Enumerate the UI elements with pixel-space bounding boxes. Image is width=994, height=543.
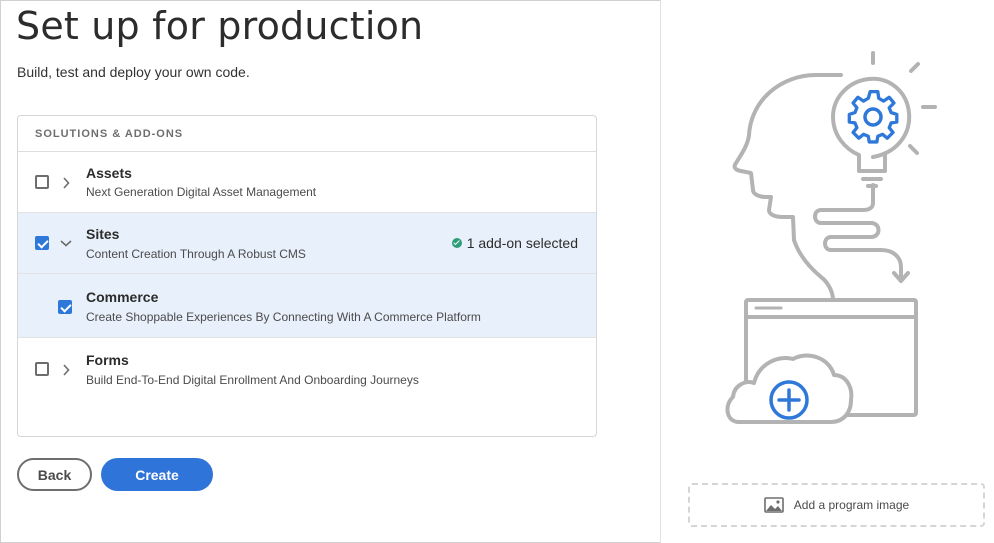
production-illustration [725, 51, 937, 424]
sites-checkbox[interactable] [35, 236, 49, 250]
illustration-panel: Add a program image [660, 0, 994, 543]
back-button[interactable]: Back [17, 458, 92, 491]
solution-row-forms[interactable]: Forms Build End-To-End Digital Enrollmen… [18, 338, 596, 401]
addon-description: Create Shoppable Experiences By Connecti… [86, 310, 481, 324]
forms-checkbox[interactable] [35, 362, 49, 376]
solution-description: Content Creation Through A Robust CMS [86, 247, 306, 261]
add-image-label: Add a program image [793, 498, 910, 512]
panel-header: SOLUTIONS & ADD-ONS [18, 116, 596, 152]
image-icon [763, 497, 784, 513]
solution-description: Build End-To-End Digital Enrollment And … [86, 373, 419, 387]
create-button[interactable]: Create [101, 458, 213, 491]
page-subtitle: Build, test and deploy your own code. [17, 64, 250, 80]
solution-row-assets[interactable]: Assets Next Generation Digital Asset Man… [18, 152, 596, 213]
addon-row-commerce[interactable]: Commerce Create Shoppable Experiences By… [18, 274, 596, 338]
chevron-right-icon[interactable] [62, 364, 70, 376]
assets-checkbox[interactable] [35, 175, 49, 189]
addon-status: 1 add-on selected [451, 235, 578, 251]
main-panel: Set up for production Build, test and de… [0, 0, 660, 543]
solution-name: Assets [86, 165, 132, 181]
check-circle-icon [451, 238, 462, 248]
add-program-image-dropzone[interactable]: Add a program image [688, 483, 985, 527]
gear-icon [847, 89, 899, 144]
addon-name: Commerce [86, 289, 159, 305]
solution-description: Next Generation Digital Asset Management [86, 185, 317, 199]
solutions-panel: SOLUTIONS & ADD-ONS Assets Next Generati… [17, 115, 597, 437]
plus-circle-icon [769, 380, 809, 420]
chevron-right-icon[interactable] [62, 177, 70, 189]
page-title: Set up for production [16, 4, 424, 48]
solution-row-sites[interactable]: Sites Content Creation Through A Robust … [18, 213, 596, 274]
solution-name: Forms [86, 352, 129, 368]
commerce-checkbox[interactable] [58, 300, 72, 314]
solution-name: Sites [86, 226, 120, 242]
chevron-down-icon[interactable] [60, 239, 72, 247]
addon-status-text: 1 add-on selected [466, 235, 578, 251]
